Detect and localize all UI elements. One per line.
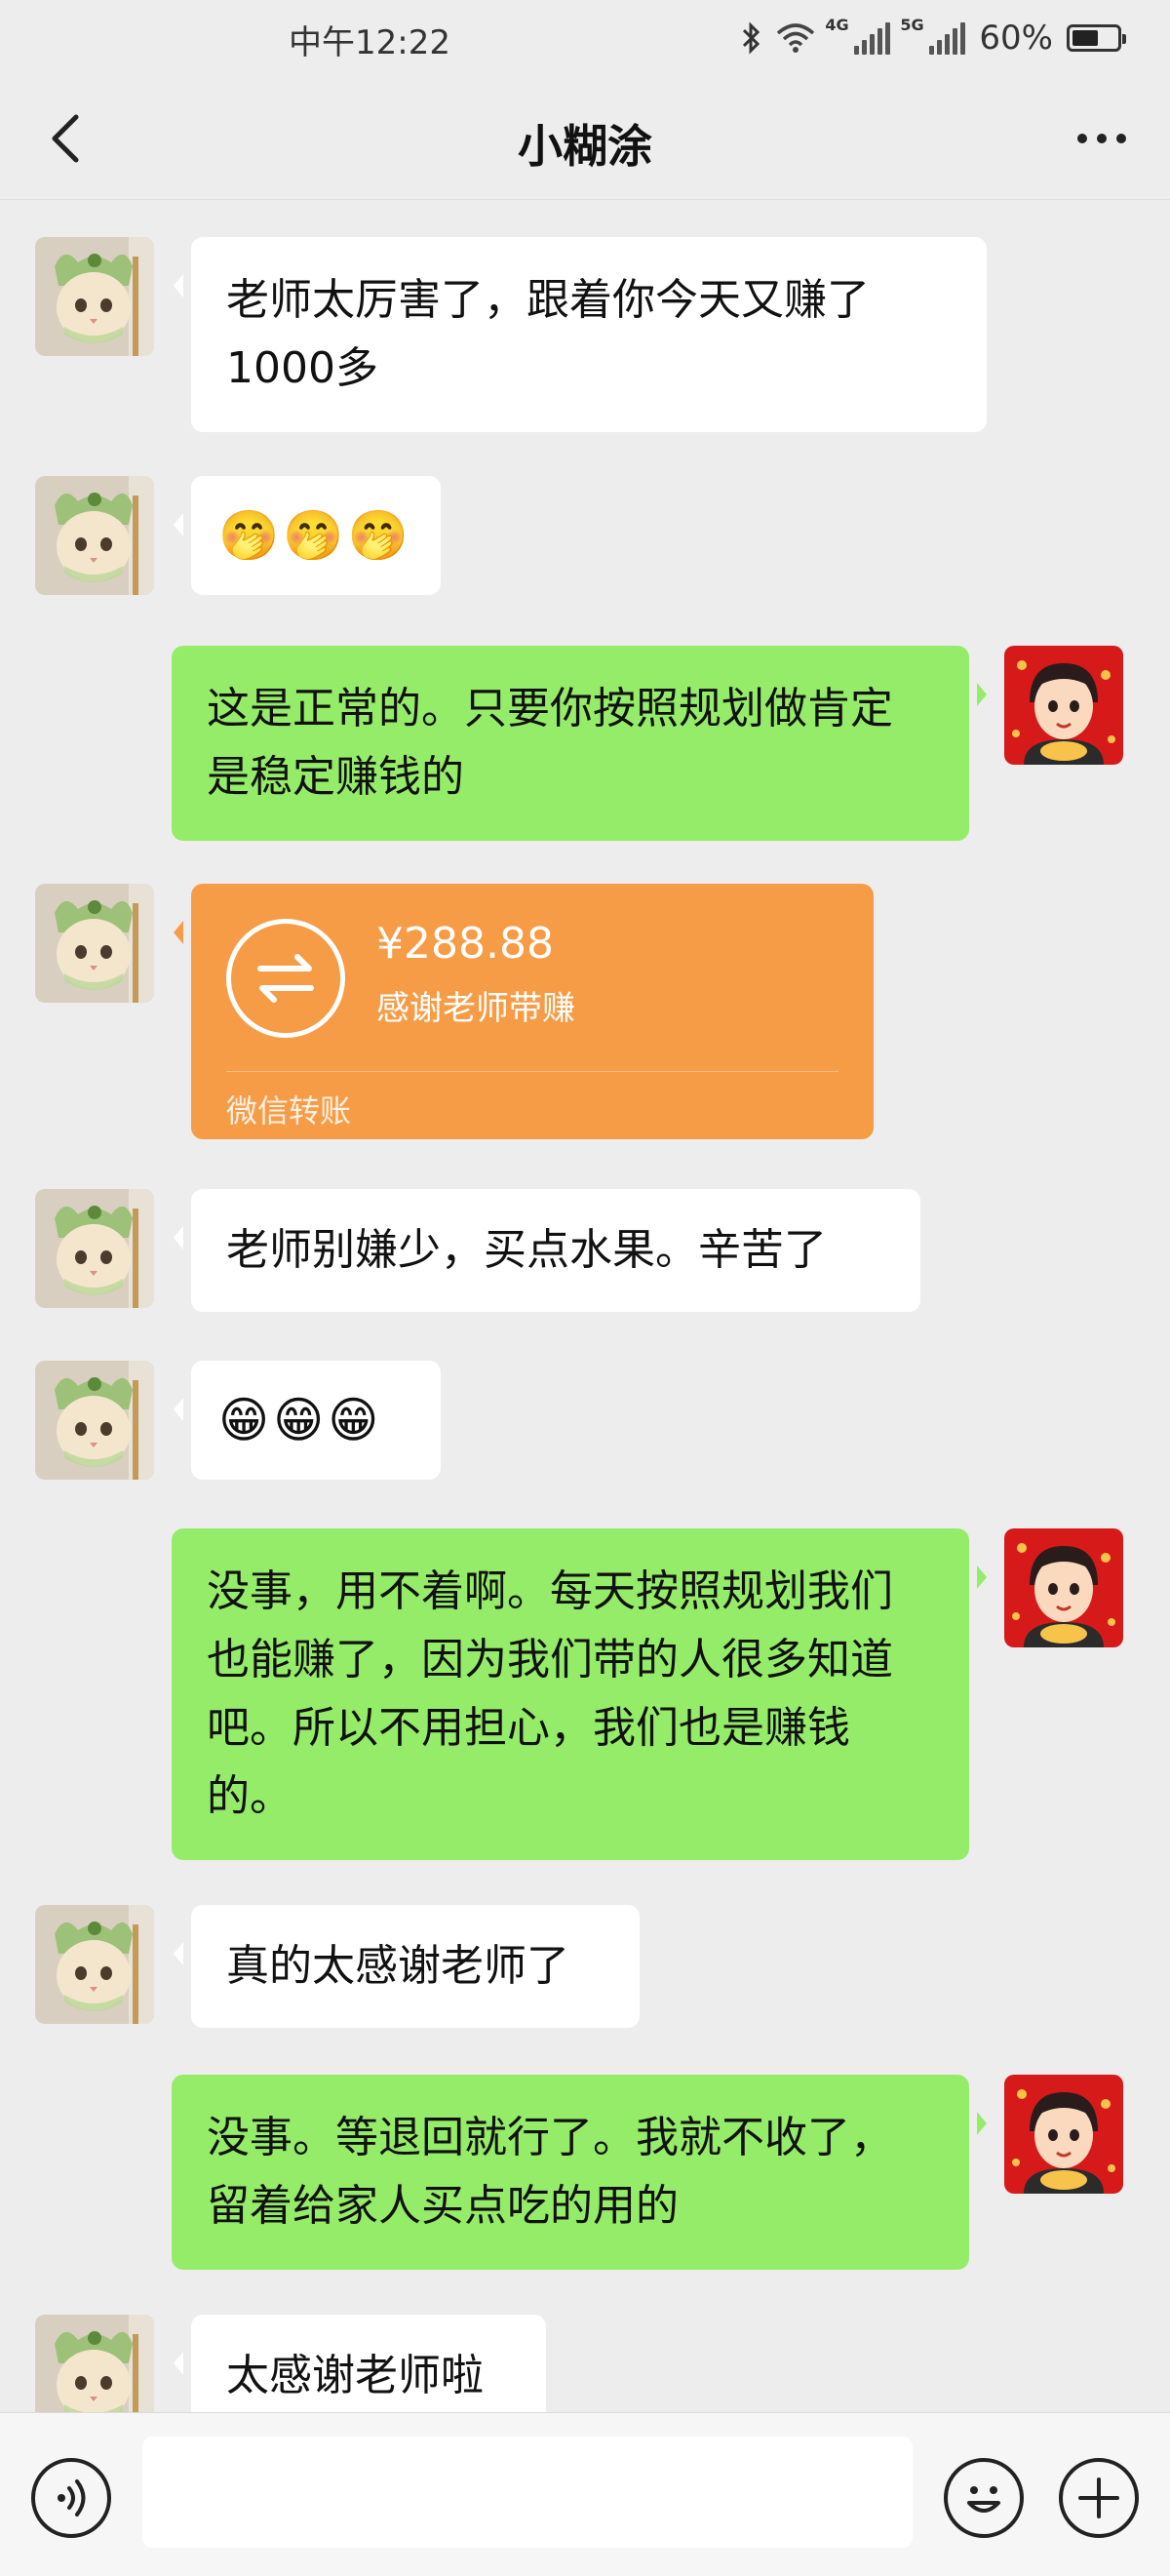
transfer-divider (226, 1071, 838, 1072)
avatar-cat[interactable] (35, 2315, 154, 2412)
network-type-1: 4G (825, 16, 849, 34)
avatar-self[interactable] (1004, 1528, 1123, 1647)
more-dots-icon[interactable] (1063, 117, 1141, 160)
battery-fill (1072, 30, 1098, 46)
avatar-cat[interactable] (35, 884, 154, 1003)
message-bubble[interactable]: 老师别嫌少，买点水果。辛苦了 (174, 1189, 920, 1312)
avatar-cat[interactable] (35, 1905, 154, 2024)
message-bubble[interactable]: 真的太感谢老师了 (174, 1905, 640, 2028)
message-bubble[interactable]: 这是正常的。只要你按照规划做肯定是稳定赚钱的 (172, 646, 987, 841)
transfer-amount: ¥288.88 (376, 919, 554, 969)
status-bar: 中午12:22 4G 5G 60% (0, 0, 1170, 78)
chat-title: 小糊涂 (518, 120, 652, 173)
input-bar (0, 2412, 1170, 2576)
avatar-cat[interactable] (35, 1361, 154, 1480)
transfer-footer: 微信转账 (226, 1092, 352, 1129)
message-list[interactable]: 老师太厉害了，跟着你今天又赚了1000多 🤭🤭🤭 这是正常的。只要你按照规划做肯… (0, 200, 1170, 2412)
message-bubble[interactable]: 太感谢老师啦 (174, 2315, 546, 2412)
transfer-card[interactable]: ¥288.88 感谢老师带赚 微信转账 (174, 884, 874, 1139)
status-time: 中午12:22 (289, 23, 450, 62)
status-icons: 4G 5G 60% (741, 14, 1126, 62)
message-bubble[interactable]: 🤭🤭🤭 (174, 476, 441, 595)
avatar-self[interactable] (1004, 646, 1123, 765)
avatar-cat[interactable] (35, 237, 154, 356)
message-bubble[interactable]: 老师太厉害了，跟着你今天又赚了1000多 (174, 237, 987, 432)
message-bubble[interactable]: 😁😁😁 (174, 1361, 441, 1480)
battery-percent: 60% (979, 19, 1053, 58)
voice-icon[interactable] (31, 2458, 111, 2538)
avatar-cat[interactable] (35, 1189, 154, 1308)
chat-header: 小糊涂 (0, 78, 1170, 200)
message-bubble[interactable]: 没事。等退回就行了。我就不收了，留着给家人买点吃的用的 (172, 2075, 987, 2270)
message-bubble[interactable]: 没事，用不着啊。每天按照规划我们也能赚了，因为我们带的人很多知道吧。所以不用担心… (172, 1528, 987, 1860)
signal-icon: 5G (900, 16, 966, 55)
transfer-note: 感谢老师带赚 (376, 989, 575, 1028)
message-input[interactable] (142, 2437, 913, 2548)
avatar-cat[interactable] (35, 476, 154, 595)
smiley-icon[interactable] (944, 2458, 1024, 2538)
wifi-icon (777, 23, 815, 53)
avatar-self[interactable] (1004, 2075, 1123, 2194)
network-type-2: 5G (900, 16, 924, 34)
battery-icon (1067, 24, 1126, 52)
plus-icon[interactable] (1059, 2458, 1139, 2538)
signal-icon: 4G (825, 16, 891, 55)
bluetooth-icon (743, 21, 760, 55)
transfer-icon (226, 919, 345, 1038)
